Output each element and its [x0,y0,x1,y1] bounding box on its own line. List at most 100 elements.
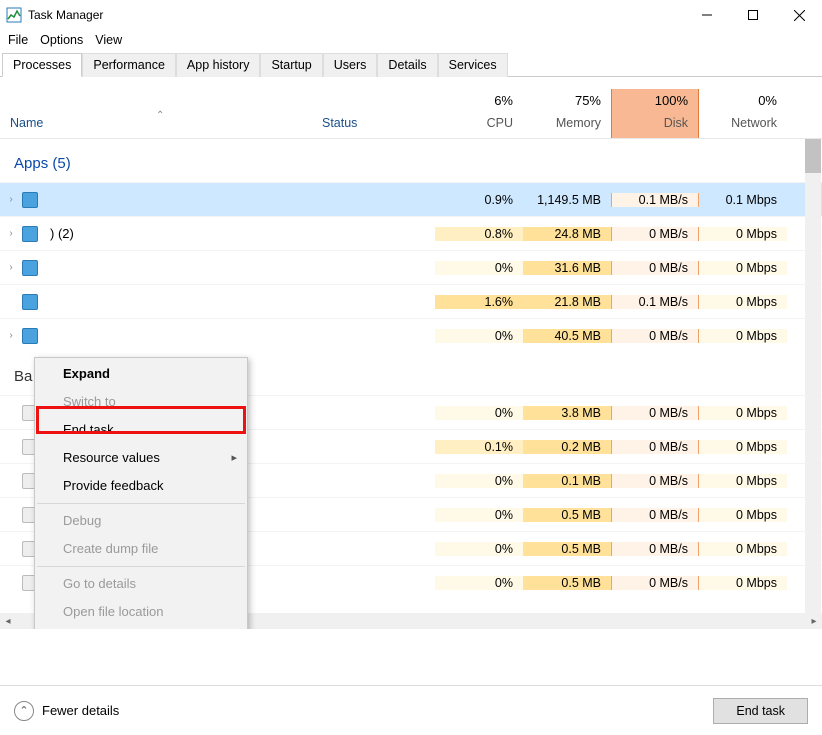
memory-cell: 0.5 MB [523,508,611,522]
expander-icon[interactable]: › [6,194,16,205]
process-icon [22,260,38,276]
tab-startup[interactable]: Startup [260,53,322,77]
footer: ⌃ Fewer details End task [0,685,822,735]
ctx-resource-values[interactable]: Resource values ▸ [35,444,247,472]
memory-cell: 40.5 MB [523,329,611,343]
menu-file[interactable]: File [8,33,28,47]
network-cell: 0 Mbps [699,576,787,590]
cpu-cell: 0% [435,576,523,590]
cpu-cell: 0% [435,329,523,343]
group-apps[interactable]: Apps (5) [0,139,822,182]
col-network[interactable]: 0% Network [699,89,787,138]
sort-caret-icon: ⌃ [156,110,164,121]
chevron-right-icon: ▸ [231,450,237,466]
menu-options[interactable]: Options [40,33,83,47]
ctx-go-to-details: Go to details [35,570,247,598]
ctx-expand[interactable]: Expand [35,360,247,388]
network-cell: 0 Mbps [699,508,787,522]
network-cell: 0 Mbps [699,227,787,241]
network-cell: 0 Mbps [699,295,787,309]
window-title: Task Manager [28,8,103,22]
col-cpu[interactable]: 6% CPU [435,89,523,138]
table-row[interactable]: › ) (2) 0.8%24.8 MB0 MB/s0 Mbps [0,216,822,250]
taskmanager-icon [6,7,22,23]
process-name-cell: › [0,260,312,276]
context-menu: Expand Switch to End task Resource value… [34,357,248,629]
process-icon [22,328,38,344]
scroll-right-icon[interactable]: ▸ [806,613,822,629]
disk-cell: 0 MB/s [611,227,699,241]
expander-icon[interactable]: › [6,262,16,273]
ctx-end-task[interactable]: End task [35,416,247,444]
process-name-suffix: ) (2) [50,226,74,241]
column-headers: ⌃ Name Status 6% CPU 75% Memory 100% Dis… [0,89,822,139]
table-row[interactable]: 1.6%21.8 MB0.1 MB/s0 Mbps [0,284,822,318]
end-task-button[interactable]: End task [713,698,808,724]
ctx-switch-to: Switch to [35,388,247,416]
scroll-left-icon[interactable]: ◂ [0,613,16,629]
network-cell: 0 Mbps [699,440,787,454]
network-cell: 0 Mbps [699,329,787,343]
process-name-cell [0,294,312,310]
network-cell: 0 Mbps [699,261,787,275]
tab-services[interactable]: Services [438,53,508,77]
col-memory[interactable]: 75% Memory [523,89,611,138]
minimize-button[interactable] [684,0,730,30]
cpu-cell: 0.1% [435,440,523,454]
memory-cell: 21.8 MB [523,295,611,309]
network-cell: 0 Mbps [699,474,787,488]
menu-view[interactable]: View [95,33,122,47]
tab-app-history[interactable]: App history [176,53,261,77]
vertical-scrollbar[interactable] [805,139,821,629]
disk-cell: 0 MB/s [611,508,699,522]
table-row[interactable]: › 0%40.5 MB0 MB/s0 Mbps [0,318,822,352]
close-button[interactable] [776,0,822,30]
expander-icon[interactable]: › [6,228,16,239]
fewer-details-button[interactable]: ⌃ Fewer details [14,701,119,721]
network-cell: 0 Mbps [699,542,787,556]
cpu-cell: 0% [435,508,523,522]
memory-cell: 31.6 MB [523,261,611,275]
vertical-scroll-thumb[interactable] [805,139,821,173]
col-disk[interactable]: 100% Disk [611,89,699,138]
menubar: File Options View [0,30,822,52]
ctx-search-online[interactable]: Search online [35,626,247,629]
network-cell: 0.1 Mbps [699,193,787,207]
disk-cell: 0 MB/s [611,261,699,275]
network-cell: 0 Mbps [699,406,787,420]
disk-cell: 0 MB/s [611,542,699,556]
process-name-cell: › [0,328,312,344]
tab-details[interactable]: Details [377,53,437,77]
ctx-create-dump: Create dump file [35,535,247,563]
disk-cell: 0 MB/s [611,440,699,454]
table-row[interactable]: ›0%31.6 MB0 MB/s0 Mbps [0,250,822,284]
expander-icon[interactable]: › [6,330,16,341]
process-table: Apps (5) ›0.9%1,149.5 MB0.1 MB/s0.1 Mbps… [0,139,822,629]
memory-cell: 0.5 MB [523,542,611,556]
tab-users[interactable]: Users [323,53,378,77]
cpu-cell: 0.8% [435,227,523,241]
cpu-cell: 0% [435,542,523,556]
tab-performance[interactable]: Performance [82,53,176,77]
disk-cell: 0 MB/s [611,406,699,420]
chevron-up-icon: ⌃ [14,701,34,721]
cpu-cell: 0% [435,406,523,420]
table-row[interactable]: ›0.9%1,149.5 MB0.1 MB/s0.1 Mbps [0,182,822,216]
ctx-provide-feedback[interactable]: Provide feedback [35,472,247,500]
disk-cell: 0 MB/s [611,329,699,343]
ctx-debug: Debug [35,507,247,535]
maximize-button[interactable] [730,0,776,30]
process-icon [22,294,38,310]
cpu-cell: 0.9% [435,193,523,207]
process-name-cell: › [0,192,312,208]
tabstrip: Processes Performance App history Startu… [0,52,822,77]
tab-processes[interactable]: Processes [2,53,82,77]
disk-cell: 0 MB/s [611,576,699,590]
disk-cell: 0 MB/s [611,474,699,488]
memory-cell: 3.8 MB [523,406,611,420]
col-status[interactable]: Status [312,112,435,138]
col-name[interactable]: ⌃ Name [0,112,312,138]
memory-cell: 0.1 MB [523,474,611,488]
memory-cell: 24.8 MB [523,227,611,241]
memory-cell: 0.2 MB [523,440,611,454]
